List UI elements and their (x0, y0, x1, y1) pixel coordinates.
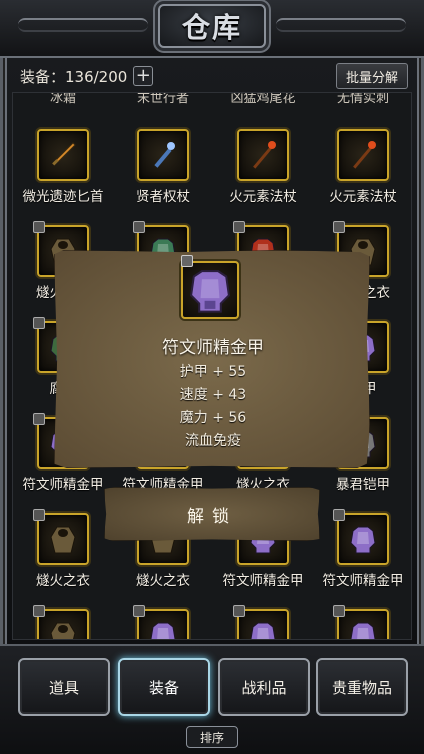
item-slot[interactable] (137, 129, 189, 181)
title-ornament-right (276, 18, 406, 32)
equipment-count: 装备：136/200 (20, 67, 128, 86)
partial-row-label: 无情实刺 (336, 92, 389, 106)
item-label: 火元素法杖 (329, 189, 397, 205)
bottom-tab-bar: 道具 装备 战利品 贵重物品 排序 (0, 644, 424, 754)
stat-speed: 速度 + 43 (179, 387, 247, 403)
item-slot[interactable] (333, 605, 389, 639)
lock-icon (333, 509, 345, 521)
item-slot[interactable] (337, 129, 389, 181)
item-label: 符文师精金甲 (322, 573, 404, 589)
item-label: 符文师精金甲 (22, 477, 104, 493)
info-bar: 装备：136/200 + 批量分解 (10, 60, 414, 92)
item-label: 燧火之衣 (136, 573, 190, 589)
partial-row-label: 冰霜 (49, 92, 76, 106)
lock-icon (33, 317, 45, 329)
stat-armor: 护甲 + 55 (179, 364, 247, 380)
page-title: 仓库 (158, 4, 266, 48)
lock-icon (33, 413, 45, 425)
item-slot[interactable] (333, 509, 389, 565)
partial-row-label: 末世行者 (136, 92, 189, 106)
lock-icon (181, 255, 193, 267)
item-slot[interactable] (33, 605, 89, 639)
title-ornament-left (18, 18, 148, 32)
item-label: 微光遗迹匕首 (22, 189, 104, 205)
tab-equipment[interactable]: 装备 (118, 658, 210, 716)
tab-items[interactable]: 道具 (18, 658, 110, 716)
batch-dismantle-button[interactable]: 批量分解 (336, 63, 408, 89)
lock-icon (133, 605, 145, 617)
item-label: 暴君铠甲 (336, 477, 390, 493)
armor-icon (190, 270, 230, 313)
item-label: 贤者权杖 (136, 189, 190, 205)
expand-capacity-button[interactable]: + (133, 66, 154, 86)
item-name: 符文师精金甲 (162, 338, 264, 358)
item-slot[interactable] (237, 129, 289, 181)
item-label: 燧火之衣 (36, 573, 90, 589)
stat-bleed-immunity: 流血免疫 (185, 433, 241, 449)
popup-item-slot (181, 255, 239, 319)
item-slot[interactable] (233, 605, 289, 639)
tab-valuables[interactable]: 贵重物品 (316, 658, 408, 716)
lock-icon (33, 605, 45, 617)
stat-magic: 魔力 + 56 (179, 410, 247, 426)
item-slot[interactable] (33, 509, 89, 565)
item-detail-popup: 符文师精金甲 护甲 + 55 速度 + 43 魔力 + 56 流血免疫 (54, 250, 370, 468)
item-stats: 护甲 + 55 速度 + 43 魔力 + 56 流血免疫 (55, 361, 370, 453)
lock-icon (133, 221, 145, 233)
lock-icon (33, 221, 45, 233)
item-label: 符文师精金甲 (222, 573, 304, 589)
item-slot[interactable] (133, 605, 189, 639)
title-bar: 仓库 (0, 0, 424, 58)
tab-loot[interactable]: 战利品 (218, 658, 310, 716)
item-label: 火元素法杖 (229, 189, 297, 205)
sort-button[interactable]: 排序 (186, 726, 238, 748)
lock-icon (333, 221, 345, 233)
lock-icon (33, 509, 45, 521)
lock-icon (233, 221, 245, 233)
unlock-button[interactable]: 解锁 (104, 487, 320, 541)
lock-icon (333, 605, 345, 617)
partial-row-label: 凶猛鸡尾花 (230, 92, 296, 106)
lock-icon (233, 605, 245, 617)
item-slot[interactable] (37, 129, 89, 181)
